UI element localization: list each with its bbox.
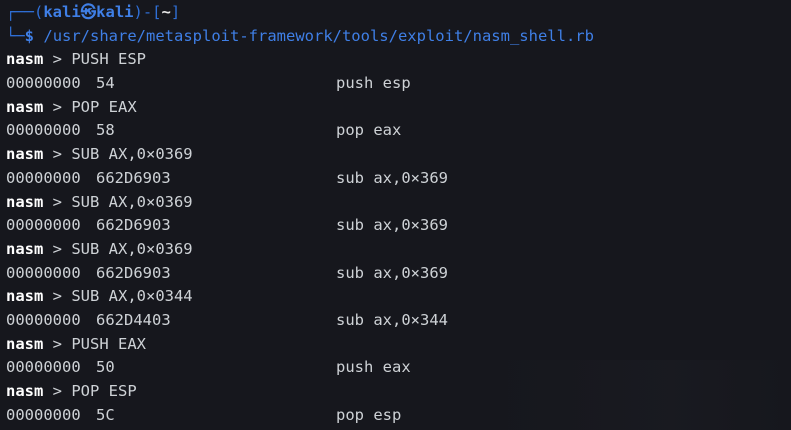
nasm-prompt-word: nasm xyxy=(6,97,44,116)
nasm-input: SUB AX,0×0369 xyxy=(71,145,193,164)
nasm-address: 00000000 xyxy=(6,168,81,187)
nasm-address: 00000000 xyxy=(6,216,81,235)
nasm-prompt-word: nasm xyxy=(6,287,44,306)
prompt-close-paren: )-[ xyxy=(133,3,162,21)
nasm-disassembly: pop eax xyxy=(336,121,402,140)
nasm-output-line: 00000000 5C pop esp xyxy=(6,404,791,428)
prompt-dollar: $ xyxy=(24,26,35,45)
nasm-input: POP ESP xyxy=(71,382,137,400)
nasm-prompt-sep: > xyxy=(43,334,72,353)
nasm-input-line: nasm > POP EAX xyxy=(6,96,791,120)
nasm-disassembly: pop esp xyxy=(336,405,402,424)
nasm-input: PUSH EAX xyxy=(71,334,146,353)
prompt-user: kali xyxy=(43,3,81,21)
nasm-disassembly: sub ax,0×369 xyxy=(336,168,448,187)
nasm-address: 00000000 xyxy=(6,358,81,377)
nasm-input-line: nasm > PUSH EAX xyxy=(6,333,791,357)
nasm-prompt-sep: > xyxy=(43,382,72,400)
nasm-input: SUB AX,0×0369 xyxy=(71,239,193,258)
nasm-input: POP EAX xyxy=(71,97,137,116)
nasm-input-line: nasm > PUSH ESP xyxy=(6,48,791,72)
nasm-disassembly: sub ax,0×344 xyxy=(336,310,448,329)
nasm-prompt-sep: > xyxy=(43,192,72,211)
nasm-opcode-hex: 5C xyxy=(96,405,115,424)
nasm-address: 00000000 xyxy=(6,121,81,140)
nasm-address: 00000000 xyxy=(6,74,81,93)
nasm-opcode-hex: 662D6903 xyxy=(96,168,171,187)
nasm-prompt-sep: > xyxy=(43,145,72,164)
nasm-opcode-hex: 54 xyxy=(96,74,115,93)
nasm-disassembly: sub ax,0×369 xyxy=(336,216,448,235)
nasm-input: SUB AX,0×0369 xyxy=(71,192,193,211)
prompt-cwd: ~ xyxy=(161,3,171,21)
prompt-host: kali xyxy=(96,3,134,21)
nasm-opcode-hex: 50 xyxy=(96,358,115,377)
nasm-prompt-word: nasm xyxy=(6,192,44,211)
nasm-opcode-hex: 662D6903 xyxy=(96,216,171,235)
nasm-address: 00000000 xyxy=(6,263,81,282)
nasm-input: PUSH ESP xyxy=(71,50,146,69)
nasm-output-line: 00000000 54 push esp xyxy=(6,72,791,96)
prompt-frame-top: ┌──( xyxy=(6,3,44,21)
nasm-prompt-sep: > xyxy=(43,287,72,306)
nasm-prompt-word: nasm xyxy=(6,145,44,164)
prompt-frame-bottom: └─ xyxy=(6,26,25,45)
nasm-output-line: 00000000 662D6903 sub ax,0×369 xyxy=(6,262,791,286)
nasm-prompt-word: nasm xyxy=(6,239,44,258)
nasm-disassembly: push esp xyxy=(336,74,411,93)
nasm-address: 00000000 xyxy=(6,405,81,424)
nasm-input-line: nasm > SUB AX,0×0344 xyxy=(6,285,791,309)
shell-command-line: └─$ /usr/share/metasploit-framework/tool… xyxy=(6,25,791,49)
terminal-window[interactable]: ┌──(kali㉿kali)-[~] └─$ /usr/share/metasp… xyxy=(0,0,791,430)
nasm-output-line: 00000000 662D6903 sub ax,0×369 xyxy=(6,167,791,191)
nasm-input-line: nasm > SUB AX,0×0369 xyxy=(6,143,791,167)
shell-prompt-header: ┌──(kali㉿kali)-[~] xyxy=(6,1,791,25)
nasm-input: SUB AX,0×0344 xyxy=(71,287,193,306)
prompt-skull-icon: ㉿ xyxy=(80,3,97,21)
nasm-prompt-word: nasm xyxy=(6,334,44,353)
nasm-disassembly: push eax xyxy=(336,358,411,377)
nasm-prompt-sep: > xyxy=(43,239,72,258)
nasm-output-line: 00000000 58 pop eax xyxy=(6,119,791,143)
nasm-opcode-hex: 662D4403 xyxy=(96,310,171,329)
nasm-input-line: nasm > SUB AX,0×0369 xyxy=(6,238,791,262)
nasm-prompt-sep: > xyxy=(43,50,72,69)
shell-command: /usr/share/metasploit-framework/tools/ex… xyxy=(43,26,594,45)
nasm-prompt-sep: > xyxy=(43,97,72,116)
prompt-close-bracket: ] xyxy=(170,3,181,21)
nasm-input-line: nasm > POP ESP xyxy=(6,380,791,404)
nasm-input-line: nasm > SUB AX,0×0369 xyxy=(6,191,791,215)
nasm-address: 00000000 xyxy=(6,310,81,329)
nasm-output-line: 00000000 50 push eax xyxy=(6,356,791,380)
nasm-opcode-hex: 58 xyxy=(96,121,115,140)
nasm-prompt-word: nasm xyxy=(6,50,44,69)
nasm-session: nasm > PUSH ESP 00000000 54 push esp nasm > … xyxy=(6,48,791,427)
nasm-output-line: 00000000 662D4403 sub ax,0×344 xyxy=(6,309,791,333)
nasm-opcode-hex: 662D6903 xyxy=(96,263,171,282)
nasm-disassembly: sub ax,0×369 xyxy=(336,263,448,282)
nasm-output-line: 00000000 662D6903 sub ax,0×369 xyxy=(6,214,791,238)
nasm-prompt-word: nasm xyxy=(6,382,44,400)
